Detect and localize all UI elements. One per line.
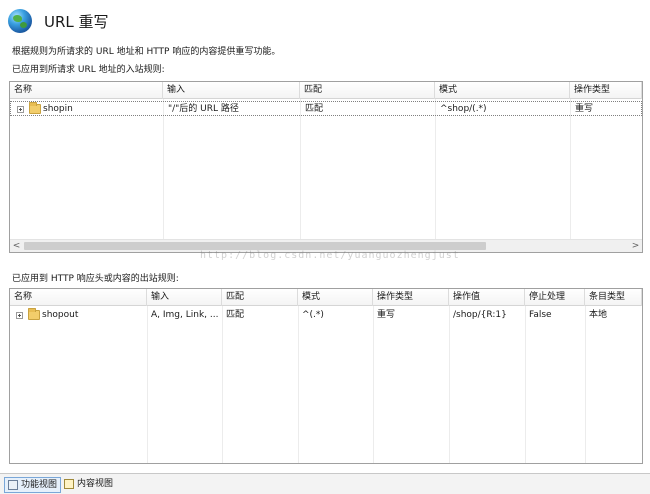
outbound-header-row: 名称 输入 匹配 模式 操作类型 操作值 停止处理 条目类型 xyxy=(10,289,642,306)
col-header-match[interactable]: 匹配 xyxy=(300,82,435,99)
scroll-left-icon[interactable]: < xyxy=(10,240,23,252)
column-divider xyxy=(585,306,586,463)
inbound-section-label: 已应用到所请求 URL 地址的入站规则: xyxy=(12,65,165,75)
rule-name: shopin xyxy=(43,104,73,114)
page-header: URL 重写 xyxy=(8,6,109,36)
rule-pattern: ^shop/(.*) xyxy=(440,104,487,114)
content-view-tab[interactable]: 内容视图 xyxy=(61,477,116,493)
inbound-header-row: 名称 输入 匹配 模式 操作类型 xyxy=(10,82,642,99)
rule-input: A, Img, Link, ... xyxy=(151,310,219,320)
rule-stop-processing: False xyxy=(529,310,552,320)
page-title: URL 重写 xyxy=(44,12,109,31)
column-divider xyxy=(373,306,374,463)
column-divider xyxy=(449,306,450,463)
col-header-action-type[interactable]: 操作类型 xyxy=(373,289,449,306)
rule-name: shopout xyxy=(42,310,79,320)
scroll-right-icon[interactable]: > xyxy=(629,240,642,252)
content-view-icon xyxy=(64,479,74,489)
col-header-name[interactable]: 名称 xyxy=(10,82,163,99)
rule-action-value: /shop/{R:1} xyxy=(453,310,507,320)
col-header-stop-processing[interactable]: 停止处理 xyxy=(525,289,585,306)
page-description: 根据规则为所请求的 URL 地址和 HTTP 响应的内容提供重写功能。 xyxy=(12,47,281,57)
rule-match: 匹配 xyxy=(305,104,324,114)
col-header-input[interactable]: 输入 xyxy=(147,289,222,306)
col-header-entry-type[interactable]: 条目类型 xyxy=(585,289,642,306)
scrollbar-thumb[interactable] xyxy=(24,242,486,250)
features-view-tab[interactable]: 功能视图 xyxy=(4,477,62,493)
rule-action-type: 重写 xyxy=(575,104,594,114)
column-divider xyxy=(570,99,571,240)
column-divider xyxy=(525,306,526,463)
content-view-label: 内容视图 xyxy=(77,479,114,489)
col-header-pattern[interactable]: 模式 xyxy=(435,82,570,99)
outbound-section-label: 已应用到 HTTP 响应头或内容的出站规则: xyxy=(12,274,179,284)
rule-entry-type: 本地 xyxy=(589,310,608,320)
table-row[interactable]: shopout A, Img, Link, ... 匹配 ^(.*) 重写 /s… xyxy=(10,308,642,323)
column-divider xyxy=(298,306,299,463)
inbound-rules-grid[interactable]: 名称 输入 匹配 模式 操作类型 shopin "/"后的 URL 路径 匹配 … xyxy=(9,81,643,253)
rule-pattern: ^(.*) xyxy=(302,310,324,320)
rule-action-type: 重写 xyxy=(377,310,396,320)
column-divider xyxy=(222,306,223,463)
bottom-view-bar: 功能视图 内容视图 xyxy=(0,473,650,494)
table-row[interactable]: shopin "/"后的 URL 路径 匹配 ^shop/(.*) 重写 xyxy=(10,101,642,116)
column-divider xyxy=(435,99,436,240)
expand-icon[interactable] xyxy=(17,106,24,113)
col-header-pattern[interactable]: 模式 xyxy=(298,289,373,306)
col-header-match[interactable]: 匹配 xyxy=(222,289,298,306)
column-divider xyxy=(147,306,148,463)
expand-icon[interactable] xyxy=(16,312,23,319)
column-divider xyxy=(300,99,301,240)
rule-match: 匹配 xyxy=(226,310,245,320)
col-header-action-value[interactable]: 操作值 xyxy=(449,289,525,306)
col-header-action-type[interactable]: 操作类型 xyxy=(570,82,642,99)
features-view-icon xyxy=(8,480,18,490)
column-divider xyxy=(163,99,164,240)
features-view-label: 功能视图 xyxy=(21,480,58,490)
outbound-rules-grid[interactable]: 名称 输入 匹配 模式 操作类型 操作值 停止处理 条目类型 shopout A… xyxy=(9,288,643,464)
col-header-name[interactable]: 名称 xyxy=(10,289,147,306)
rule-input: "/"后的 URL 路径 xyxy=(168,104,239,114)
col-header-input[interactable]: 输入 xyxy=(163,82,300,99)
globe-icon xyxy=(8,9,32,33)
watermark: http://blog.csdn.net/yuanguozhengjust xyxy=(200,250,460,261)
